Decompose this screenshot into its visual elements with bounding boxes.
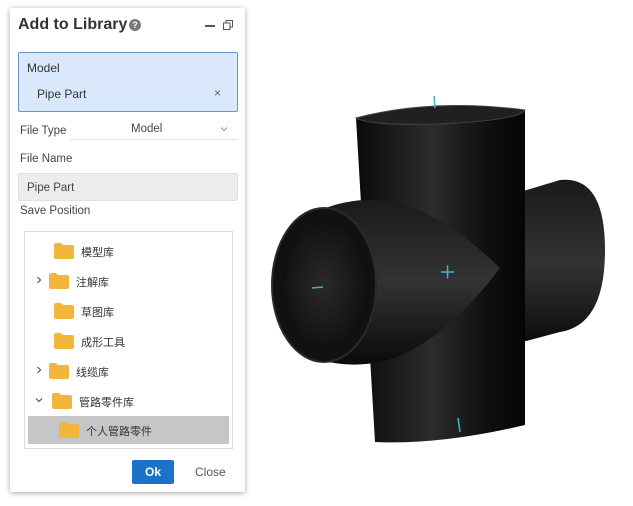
3d-viewport[interactable] xyxy=(260,80,633,460)
file-type-label: File Type xyxy=(20,125,67,137)
restore-window-icon[interactable] xyxy=(223,20,233,30)
tree-item[interactable]: 注解库 xyxy=(25,267,230,295)
tree-item[interactable]: 成形工具 xyxy=(25,327,230,355)
tree-item-label: 注解库 xyxy=(76,277,109,289)
folder-icon xyxy=(49,363,69,379)
folder-icon xyxy=(59,422,79,438)
save-position-label: Save Position xyxy=(20,205,91,217)
tree-item-label: 线缆库 xyxy=(76,367,109,379)
file-name-label: File Name xyxy=(20,153,73,165)
tree-item-selected[interactable]: 个人管路零件 xyxy=(28,416,229,444)
file-name-input[interactable]: Pipe Part xyxy=(18,173,238,201)
tree-item-label: 模型库 xyxy=(81,247,114,259)
help-icon[interactable]: ? xyxy=(129,19,141,31)
chevron-right-icon[interactable] xyxy=(35,276,43,284)
folder-icon xyxy=(54,243,74,259)
tree-item-label: 成形工具 xyxy=(81,337,125,349)
pipe-cross-fitting[interactable] xyxy=(271,105,605,443)
remove-model-icon[interactable]: × xyxy=(214,86,221,100)
chevron-down-icon[interactable] xyxy=(35,396,43,404)
pipe-left-bore xyxy=(286,221,370,349)
tree-item[interactable]: 草图库 xyxy=(25,297,230,325)
file-type-select[interactable]: Model xyxy=(131,123,162,135)
folder-icon xyxy=(54,303,74,319)
file-type-underline xyxy=(70,139,238,140)
tree-item-label: 管路零件库 xyxy=(79,397,134,409)
model-section-label: Model xyxy=(27,61,60,75)
minimize-icon[interactable] xyxy=(205,25,215,27)
axis-marker-left xyxy=(311,286,324,289)
axis-marker-top xyxy=(433,95,436,109)
tree-item-label: 草图库 xyxy=(81,307,114,319)
tree-item[interactable]: 线缆库 xyxy=(25,357,230,385)
tree-item-label: 个人管路零件 xyxy=(86,426,152,438)
ok-button[interactable]: Ok xyxy=(132,460,174,484)
save-position-tree[interactable]: 模型库 注解库 草图库 成形工具 线缆库 管路零件库 个人管路零件 xyxy=(24,231,233,449)
add-to-library-dialog: Add to Library ? Model Pipe Part × File … xyxy=(10,8,245,492)
tree-item[interactable]: 模型库 xyxy=(25,237,230,265)
folder-icon xyxy=(49,273,69,289)
chevron-down-icon[interactable] xyxy=(220,125,228,133)
model-list-box[interactable]: Model Pipe Part × xyxy=(18,52,238,112)
folder-icon xyxy=(52,393,72,409)
tree-item[interactable]: 管路零件库 xyxy=(25,387,230,415)
chevron-right-icon[interactable] xyxy=(35,366,43,374)
dialog-title: Add to Library xyxy=(18,16,128,33)
folder-icon xyxy=(54,333,74,349)
model-item-name[interactable]: Pipe Part xyxy=(37,87,86,101)
close-button[interactable]: Close xyxy=(195,465,226,479)
